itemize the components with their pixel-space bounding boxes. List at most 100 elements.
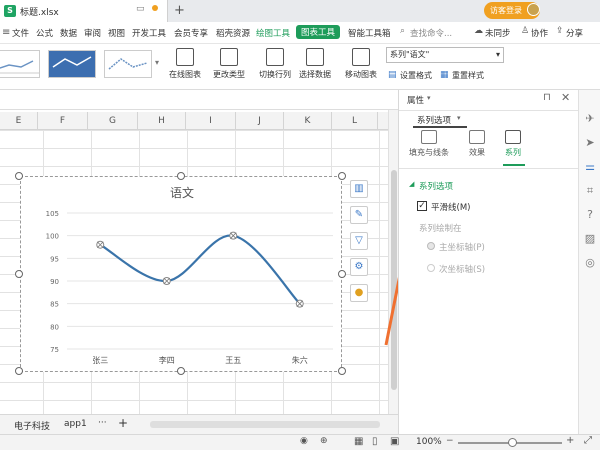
panel-title-chevron-icon[interactable]: ▾ xyxy=(427,94,431,102)
resize-handle-right[interactable] xyxy=(338,270,346,278)
series-tab[interactable]: 系列 xyxy=(493,130,533,158)
command-search-input[interactable]: 查找命令... xyxy=(410,27,452,39)
resize-handle-top-left[interactable] xyxy=(15,172,23,180)
chart-style-thumb-1[interactable] xyxy=(0,50,40,78)
format-painter-icon[interactable]: ⌗ xyxy=(583,184,597,198)
hamburger-menu-icon[interactable]: ≡ xyxy=(2,27,10,38)
select-data-icon xyxy=(306,48,324,66)
section-collapse-icon[interactable]: ◢ xyxy=(409,180,414,188)
subtab-divider xyxy=(399,168,579,169)
zoom-out-button[interactable]: − xyxy=(446,436,454,446)
eye-icon[interactable]: ◉ xyxy=(300,436,308,446)
help-icon[interactable]: ? xyxy=(583,208,597,222)
chart-style-button[interactable]: ✎ xyxy=(350,206,368,224)
avatar[interactable] xyxy=(527,3,540,16)
property-panel: 属性 ▾ ⊓ ✕ 系列选项 ▾ 填充与线条 效果 系列 ◢ 系列选项 ✓ 平滑线… xyxy=(398,90,579,434)
formula-bar[interactable] xyxy=(0,90,398,110)
menu-review[interactable]: 审阅 xyxy=(84,27,101,39)
horizontal-scrollbar[interactable] xyxy=(150,421,380,428)
resize-handle-left[interactable] xyxy=(15,270,23,278)
document-tab[interactable]: S 标题.xlsx ▭ xyxy=(0,0,168,22)
new-tab-button[interactable]: + xyxy=(174,3,185,18)
rocket-icon[interactable]: ✈ xyxy=(583,112,597,126)
column-header-e[interactable]: E xyxy=(0,112,38,130)
menu-file[interactable]: 文件 xyxy=(12,27,29,39)
online-chart-icon xyxy=(176,48,194,66)
chart-filter-button[interactable]: ▽ xyxy=(350,232,368,250)
series-options-section-title: 系列选项 xyxy=(419,182,454,192)
normal-view-icon[interactable]: ▦ xyxy=(354,436,363,447)
series-options-chevron-icon[interactable]: ▾ xyxy=(457,114,461,122)
property-settings-icon[interactable]: ⚌ xyxy=(583,160,597,174)
menu-formula[interactable]: 公式 xyxy=(36,27,53,39)
chart-area[interactable]: 语文 105 100 95 90 85 80 75 张三 李四 王五 朱六 xyxy=(20,176,342,372)
unsaved-dot-icon[interactable] xyxy=(152,5,158,11)
column-header-g[interactable]: G xyxy=(88,112,138,130)
resize-handle-bottom[interactable] xyxy=(177,367,185,375)
move-chart-button[interactable]: 移动图表 xyxy=(342,48,380,80)
zoom-level[interactable]: 100% xyxy=(416,437,442,447)
window-icon[interactable]: ▭ xyxy=(136,4,145,14)
more-sheets-button[interactable]: ··· xyxy=(98,418,107,428)
column-header-f[interactable]: F xyxy=(38,112,88,130)
zoom-slider-thumb[interactable] xyxy=(508,438,517,447)
chart-tips-button[interactable]: ● xyxy=(350,284,368,302)
set-format-button[interactable]: 设置格式 xyxy=(400,70,432,81)
menu-data[interactable]: 数据 xyxy=(60,27,77,39)
page-layout-icon[interactable]: ▯ xyxy=(372,436,378,447)
resize-handle-bottom-right[interactable] xyxy=(338,367,346,375)
column-header-i[interactable]: I xyxy=(186,112,236,130)
pin-icon[interactable]: ⊓ xyxy=(543,92,551,103)
column-header-k[interactable]: K xyxy=(284,112,332,130)
column-header-j[interactable]: J xyxy=(236,112,284,130)
resize-handle-top-right[interactable] xyxy=(338,172,346,180)
series-options-tab[interactable]: 系列选项 xyxy=(417,114,451,126)
select-data-button[interactable]: 选择数据 xyxy=(296,48,334,80)
column-header-h[interactable]: H xyxy=(138,112,186,130)
resize-handle-top[interactable] xyxy=(177,172,185,180)
x-tick-label-1: 李四 xyxy=(159,355,175,365)
change-type-button[interactable]: 更改类型 xyxy=(210,48,248,80)
fullscreen-icon[interactable]: ⤢ xyxy=(584,435,592,446)
close-icon[interactable]: ✕ xyxy=(561,91,570,104)
image-icon[interactable]: ▨ xyxy=(583,232,597,246)
page-break-icon[interactable]: ▣ xyxy=(390,436,399,447)
menu-chart-tools[interactable]: 图表工具 xyxy=(296,25,341,39)
unsync-button[interactable]: 未同步 xyxy=(485,27,511,39)
location-icon[interactable]: ◎ xyxy=(583,256,597,270)
series-select[interactable]: 系列"语文" ▾ xyxy=(386,47,504,63)
chart-settings-button[interactable]: ⚙ xyxy=(350,258,368,276)
column-headers: E F G H I J K L xyxy=(0,112,388,130)
search-icon: ⌕ xyxy=(400,26,406,36)
smooth-line-label: 平滑线(M) xyxy=(431,203,471,213)
add-sheet-button[interactable]: + xyxy=(118,416,128,430)
sheet-tab-dianzi[interactable]: 电子科技 xyxy=(14,419,50,432)
chart-style-thumb-2[interactable] xyxy=(48,50,96,78)
menu-view[interactable]: 视图 xyxy=(108,27,125,39)
style-more-icon[interactable]: ▾ xyxy=(155,58,159,67)
cursor-icon[interactable]: ➤ xyxy=(583,136,597,150)
online-chart-button[interactable]: 在线图表 xyxy=(164,48,206,80)
resize-handle-bottom-left[interactable] xyxy=(15,367,23,375)
menu-member[interactable]: 会员专享 xyxy=(174,27,208,39)
menu-smart-toolbox[interactable]: 智能工具箱 xyxy=(348,27,391,39)
share-button[interactable]: 分享 xyxy=(566,27,583,39)
effects-tab[interactable]: 效果 xyxy=(457,130,497,158)
fill-line-tab[interactable]: 填充与线条 xyxy=(409,130,449,158)
smooth-line-checkbox[interactable]: ✓ xyxy=(417,201,427,211)
x-tick-label-2: 王五 xyxy=(225,356,241,365)
reset-style-button[interactable]: 重置样式 xyxy=(452,70,484,81)
primary-axis-radio[interactable] xyxy=(427,242,435,250)
chart-elements-button[interactable]: ▥ xyxy=(350,180,368,198)
collab-button[interactable]: 协作 xyxy=(531,27,548,39)
switch-rowcol-button[interactable]: 切换行列 xyxy=(256,48,294,80)
menu-docer[interactable]: 稻壳资源 xyxy=(216,27,250,39)
chart-style-thumb-3[interactable] xyxy=(104,50,152,78)
secondary-axis-radio[interactable] xyxy=(427,264,435,272)
zoom-in-button[interactable]: + xyxy=(566,435,574,446)
column-header-l[interactable]: L xyxy=(332,112,378,130)
menu-developer[interactable]: 开发工具 xyxy=(132,27,166,39)
layout-icon[interactable]: ⊕ xyxy=(320,436,328,446)
sheet-tab-app1[interactable]: app1 xyxy=(64,419,87,429)
menu-draw-tools[interactable]: 绘图工具 xyxy=(256,27,290,39)
